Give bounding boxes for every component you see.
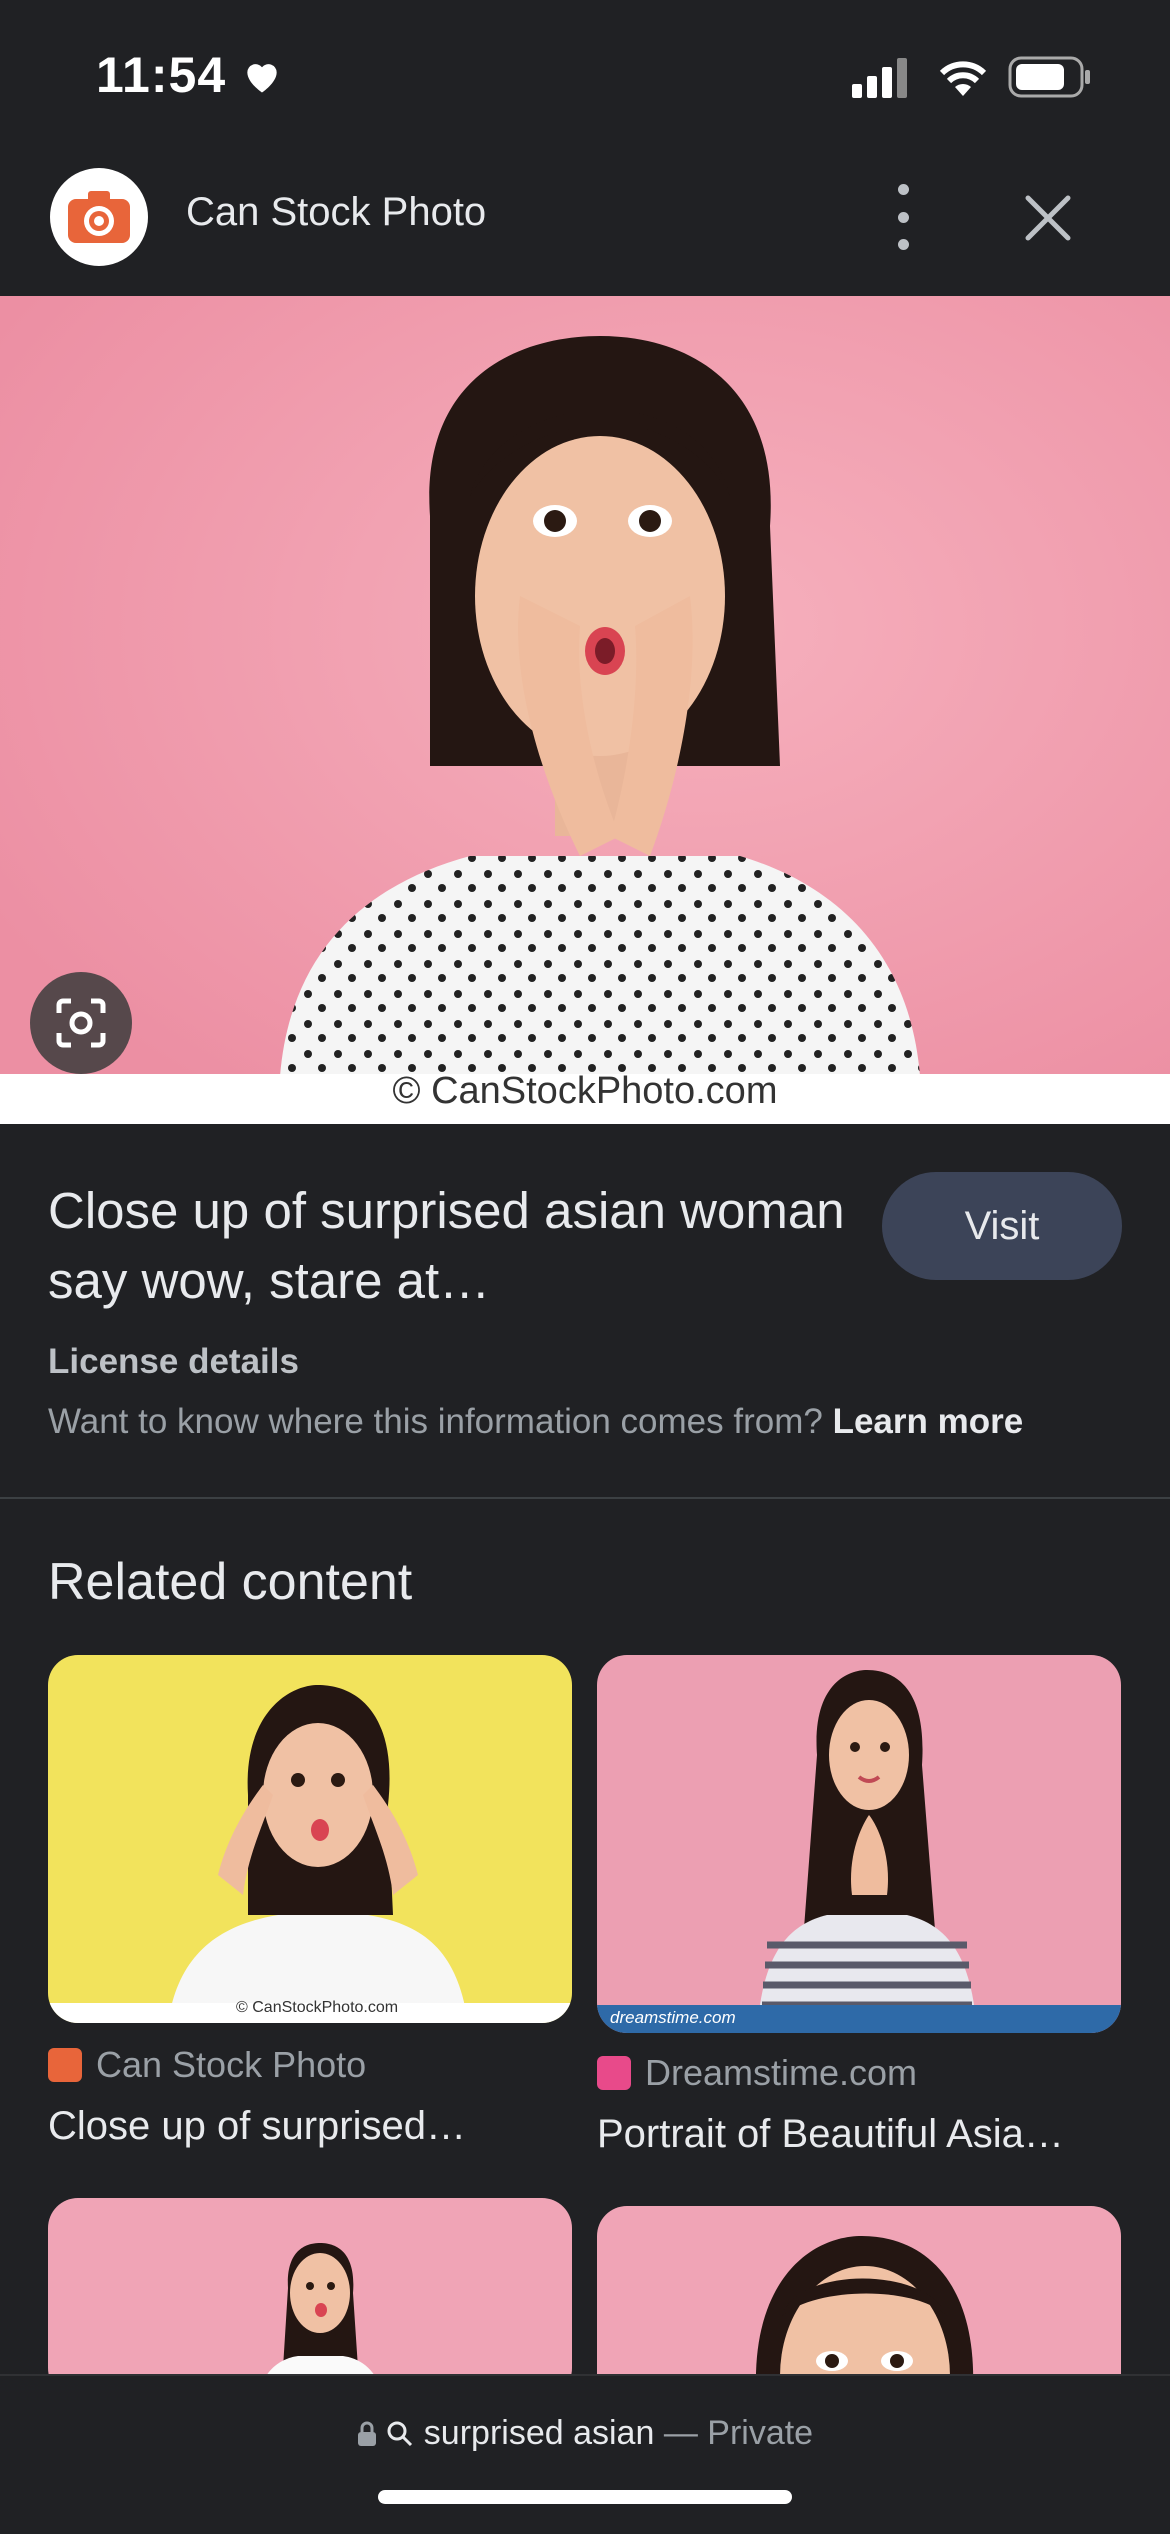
related-card-illustration [597, 1655, 1121, 2033]
related-card-image[interactable] [48, 1655, 572, 2023]
separator: — [663, 2414, 698, 2452]
related-card-title[interactable]: Close up of surprised… [48, 2104, 572, 2149]
license-details-link[interactable]: License details [48, 1342, 299, 1382]
main-image[interactable] [0, 296, 1170, 1124]
camera-icon [68, 191, 130, 243]
related-content-heading: Related content [48, 1553, 413, 1611]
learn-more-link[interactable]: Learn more [833, 1402, 1024, 1441]
home-indicator[interactable] [378, 2490, 792, 2504]
search-query: surprised asian [423, 2414, 655, 2452]
private-mode-label: Private [707, 2414, 814, 2452]
related-card-watermark: © CanStockPhoto.com [236, 1999, 399, 2016]
canstock-favicon-icon [48, 2048, 82, 2082]
related-card-illustration [48, 2198, 572, 2398]
related-card-title[interactable]: Portrait of Beautiful Asia… [597, 2112, 1121, 2157]
related-card-image[interactable] [48, 2198, 572, 2398]
watermark-text: © CanStockPhoto.com [392, 1070, 778, 1112]
related-card-illustration [48, 1655, 572, 2023]
dreamstime-favicon-icon [597, 2056, 631, 2090]
image-title: Close up of surprised asian woman say wo… [48, 1182, 845, 1309]
search-icon [387, 2421, 413, 2447]
visit-button[interactable]: Visit [882, 1172, 1122, 1280]
info-text: Want to know where this information come… [48, 1402, 823, 1441]
main-image-illustration [0, 296, 1170, 1124]
cellular-signal-icon [852, 58, 907, 98]
status-time: 11:54 [96, 47, 227, 103]
related-card-image[interactable] [597, 1655, 1121, 2033]
more-options-button[interactable] [880, 184, 926, 250]
url-bar[interactable]: surprised asian — Private [0, 2414, 1170, 2453]
lens-search-button[interactable] [30, 972, 132, 1074]
battery-icon [1008, 56, 1090, 98]
info-source-text: Want to know where this information come… [48, 1402, 1023, 1442]
related-card-source: Can Stock Photo [96, 2044, 367, 2085]
bottom-address-bar [0, 2374, 1170, 2534]
lock-icon [357, 2421, 376, 2446]
wifi-icon [939, 61, 987, 96]
heart-icon [247, 64, 277, 93]
related-card-watermark: dreamstime.com [610, 2008, 736, 2027]
divider [0, 1497, 1170, 1499]
close-icon[interactable] [1020, 190, 1076, 246]
related-card-source: Dreamstime.com [645, 2052, 918, 2093]
site-title: Can Stock Photo [186, 190, 487, 234]
lens-icon [56, 998, 106, 1048]
site-logo [50, 168, 148, 266]
